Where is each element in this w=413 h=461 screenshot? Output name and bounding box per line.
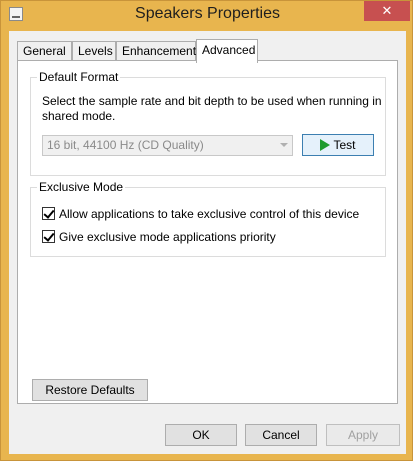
chevron-down-icon bbox=[280, 143, 288, 147]
ok-button[interactable]: OK bbox=[165, 424, 237, 446]
format-dropdown-value: 16 bit, 44100 Hz (CD Quality) bbox=[47, 138, 204, 152]
tab-enhancements[interactable]: Enhancements bbox=[116, 41, 202, 61]
close-button[interactable]: ✕ bbox=[364, 1, 410, 21]
title-bar[interactable]: Speakers Properties ✕ bbox=[1, 1, 413, 31]
exclusive-priority-checkbox[interactable] bbox=[42, 230, 55, 243]
default-format-description: Select the sample rate and bit depth to … bbox=[42, 94, 382, 123]
allow-exclusive-control-checkbox[interactable] bbox=[42, 207, 55, 220]
apply-button[interactable]: Apply bbox=[326, 424, 400, 446]
exclusive-mode-heading: Exclusive Mode bbox=[37, 180, 126, 194]
dialog-window: Speakers Properties ✕ General Levels Enh… bbox=[0, 0, 413, 461]
advanced-panel: Default Format Select the sample rate an… bbox=[17, 60, 398, 404]
test-button-label: Test bbox=[333, 138, 356, 152]
cancel-button[interactable]: Cancel bbox=[245, 424, 317, 446]
exclusive-mode-group: Exclusive Mode Allow applications to tak… bbox=[30, 180, 386, 257]
format-dropdown[interactable]: 16 bit, 44100 Hz (CD Quality) bbox=[42, 135, 293, 156]
tab-general[interactable]: General bbox=[17, 41, 72, 61]
exclusive-priority-label: Give exclusive mode applications priorit… bbox=[59, 230, 276, 244]
default-format-group: Default Format Select the sample rate an… bbox=[30, 70, 386, 176]
tab-levels[interactable]: Levels bbox=[72, 41, 116, 61]
dialog-client-area: General Levels Enhancements Advanced Def… bbox=[9, 31, 406, 454]
allow-exclusive-control-option[interactable]: Allow applications to take exclusive con… bbox=[42, 207, 359, 223]
play-icon bbox=[320, 139, 331, 151]
window-title: Speakers Properties bbox=[135, 5, 280, 22]
test-button[interactable]: Test bbox=[302, 134, 374, 156]
tab-advanced[interactable]: Advanced bbox=[196, 39, 258, 63]
default-format-heading: Default Format bbox=[37, 70, 121, 84]
allow-exclusive-control-label: Allow applications to take exclusive con… bbox=[59, 207, 360, 221]
restore-defaults-button[interactable]: Restore Defaults bbox=[32, 379, 148, 401]
exclusive-priority-option[interactable]: Give exclusive mode applications priorit… bbox=[42, 230, 276, 246]
